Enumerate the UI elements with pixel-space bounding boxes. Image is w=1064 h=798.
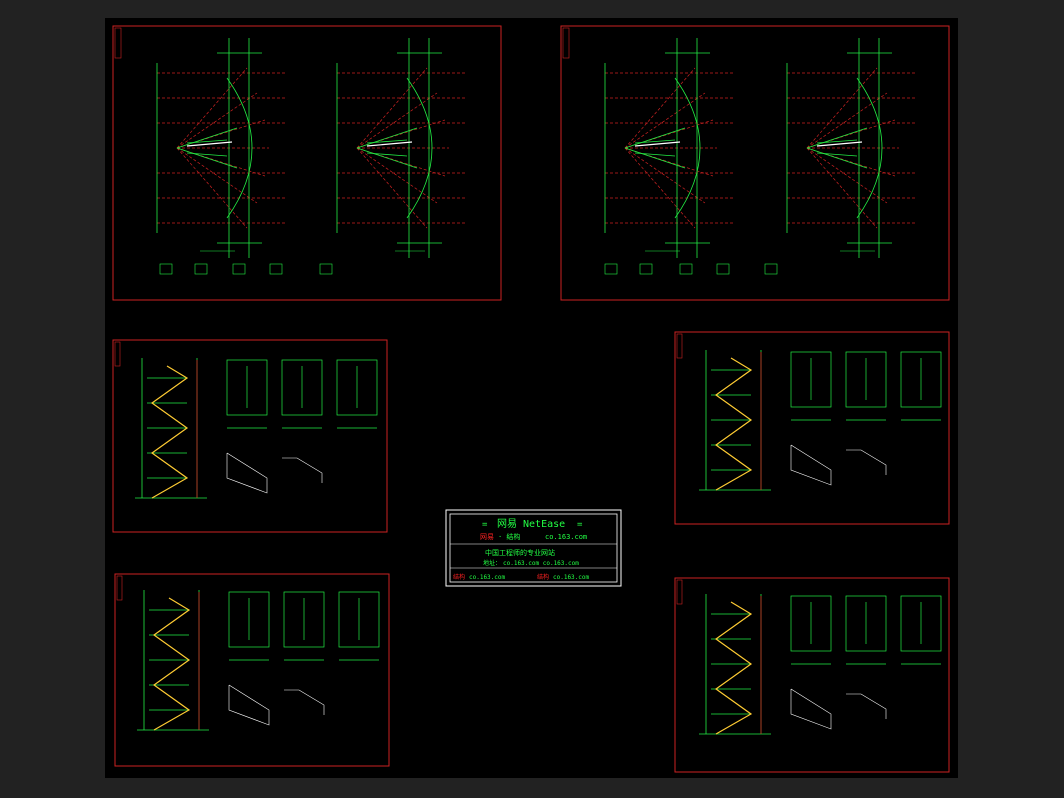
stamp-left-mark: = — [482, 520, 488, 530]
stamp-footer-right: co.163.com — [553, 574, 590, 581]
stamp-footer-right-red: 结构 — [537, 573, 549, 581]
sheet-bottom-right — [674, 577, 950, 773]
sheet-mid-left — [112, 339, 388, 533]
netease-stamp: = 网易 NetEase = 网易 · 结构 co.163.com 中国工程师的… — [445, 509, 622, 587]
stamp-url: co.163.com co.163.com — [503, 560, 579, 567]
stamp-right-mark: = — [577, 520, 583, 530]
stamp-site: co.163.com — [545, 533, 587, 541]
stamp-slogan: 中国工程师的专业网站 — [485, 548, 555, 557]
sheet-top-right — [560, 25, 950, 301]
sheet-bottom-left — [114, 573, 390, 767]
cad-viewport[interactable]: = 网易 NetEase = 网易 · 结构 co.163.com 中国工程师的… — [105, 18, 958, 778]
sheet-mid-right — [674, 331, 950, 525]
drawing-sheet: = 网易 NetEase = 网易 · 结构 co.163.com 中国工程师的… — [112, 25, 950, 773]
stamp-footer-left-red: 结构 — [453, 573, 465, 581]
stamp-url-label: 地址： — [483, 559, 501, 567]
stamp-title: 网易 NetEase — [497, 518, 565, 530]
sheet-top-left — [112, 25, 502, 301]
stamp-brand-green: · 结构 — [498, 532, 520, 541]
stamp-footer-left: co.163.com — [469, 574, 506, 581]
stamp-brand-red: 网易 — [480, 533, 494, 541]
